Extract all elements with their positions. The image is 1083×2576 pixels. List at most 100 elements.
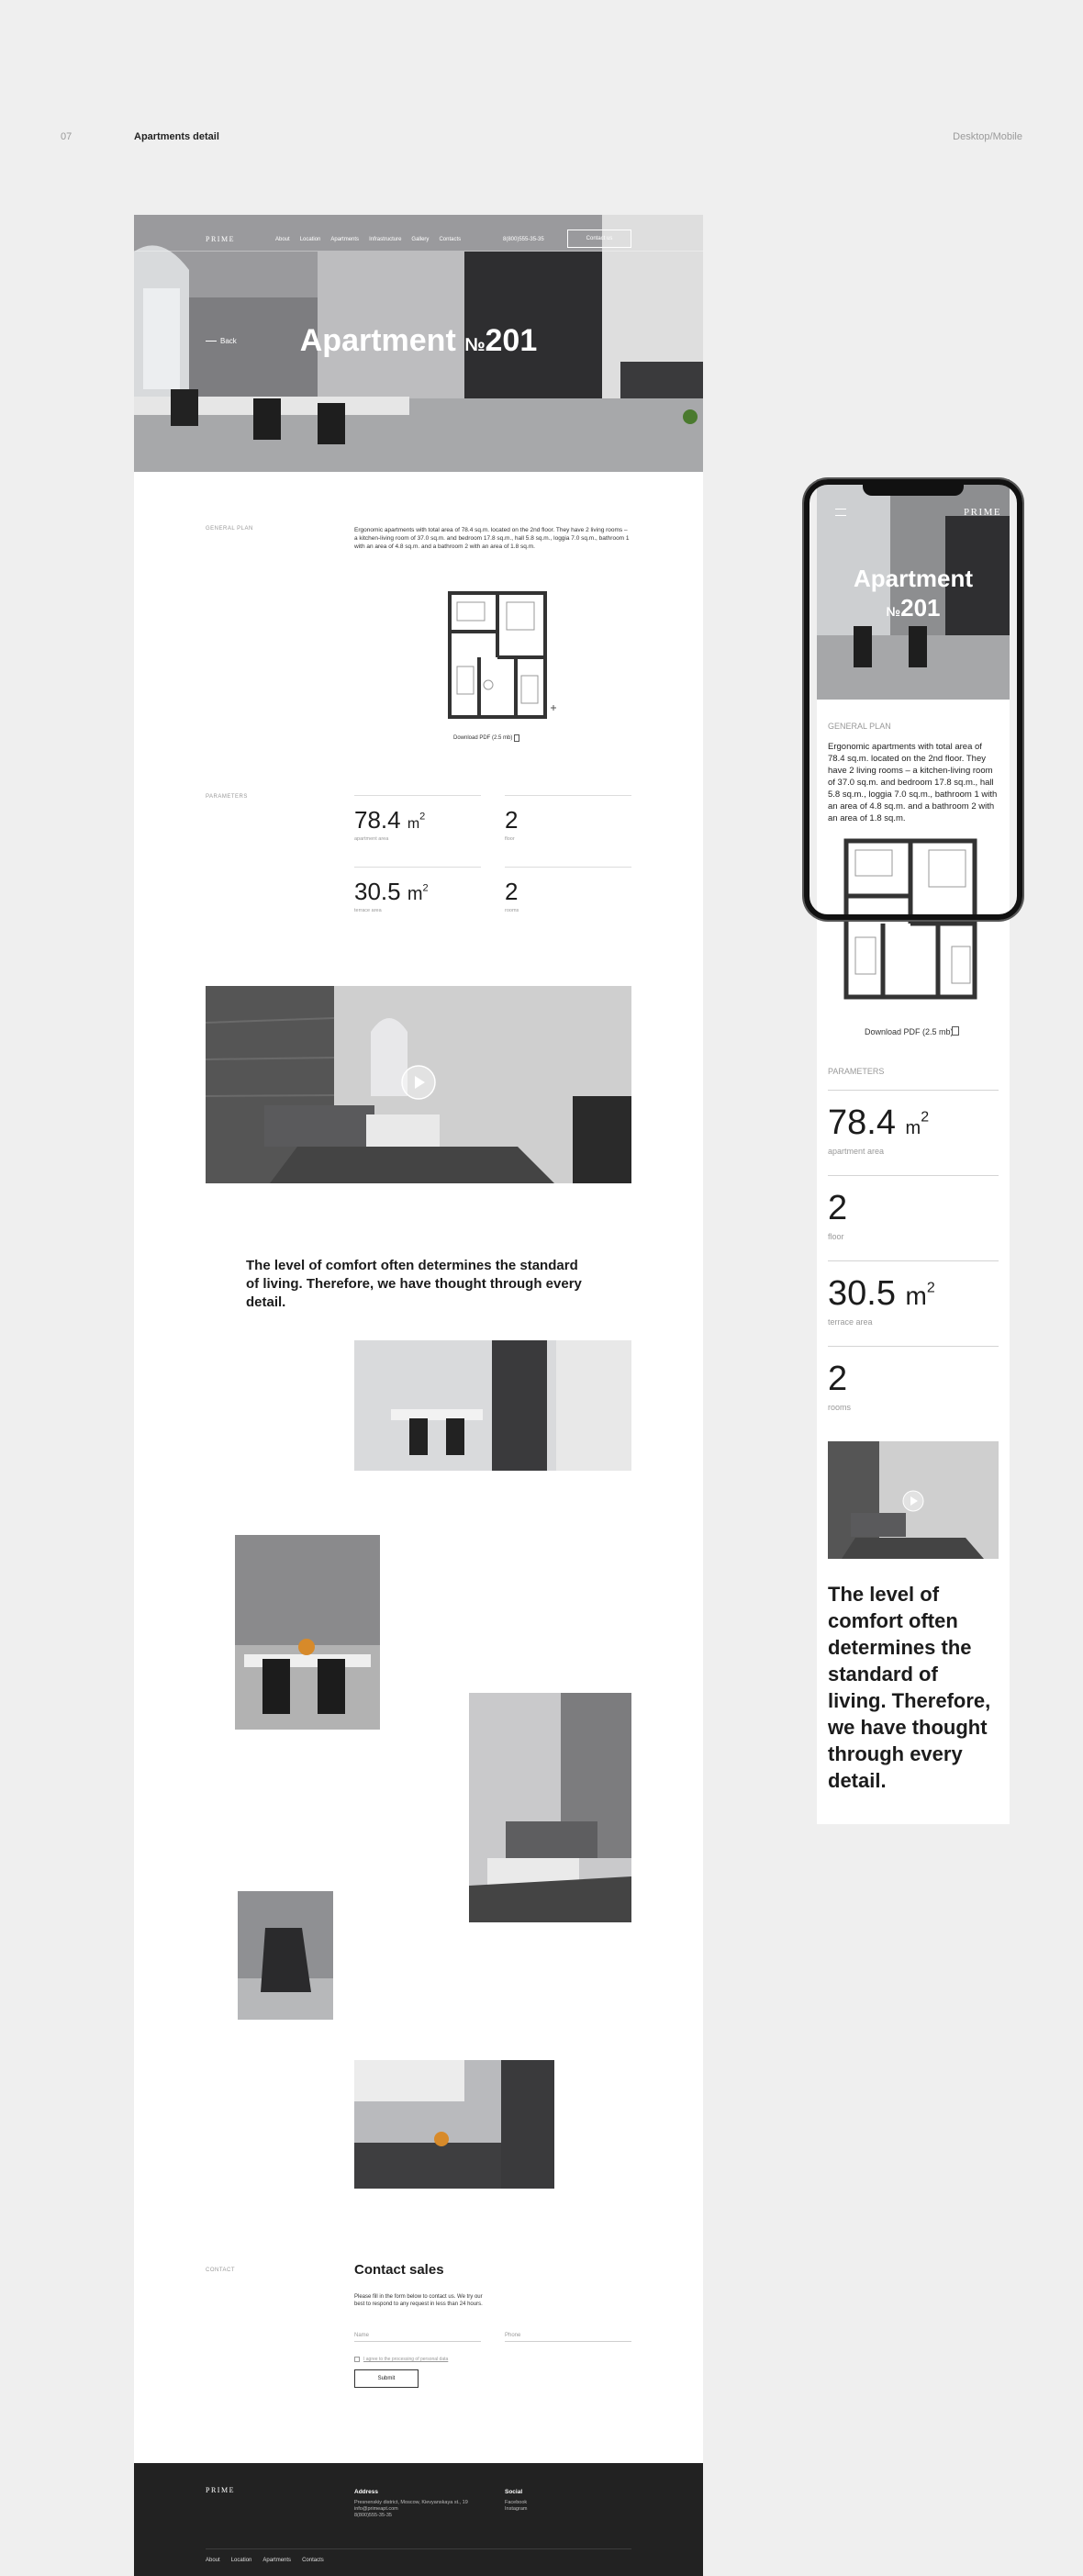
submit-button[interactable]: Submit xyxy=(354,2369,419,2388)
mobile-param-divider xyxy=(828,1346,999,1347)
footer-divider xyxy=(206,2548,631,2549)
nav-links: About Location Apartments Infrastructure… xyxy=(275,237,461,242)
nav-link-apartments[interactable]: Apartments xyxy=(330,237,359,242)
parameters-label: PARAMETERS xyxy=(206,794,248,800)
footer-social-title: Social xyxy=(505,2489,523,2495)
hero-number: 201 xyxy=(485,323,538,358)
param-sup: 2 xyxy=(419,811,426,823)
param-divider xyxy=(354,795,481,796)
page-title: Apartments detail xyxy=(134,131,219,142)
nav-link-infrastructure[interactable]: Infrastructure xyxy=(369,237,401,242)
param-caption: rooms xyxy=(505,908,519,913)
mobile-param-terrace: 30.5 m2 xyxy=(828,1274,935,1314)
floor-plan xyxy=(448,591,556,719)
quote-text: The level of comfort often determines th… xyxy=(246,1258,582,1310)
param-value: 78.4 xyxy=(354,806,401,834)
contact-title: Contact sales xyxy=(354,2262,444,2278)
mobile-param-value: 30.5 xyxy=(828,1274,896,1313)
mobile-param-unit: m xyxy=(905,1118,921,1138)
mobile-living-room-video[interactable] xyxy=(828,1441,999,1559)
gallery-photo-kitchen xyxy=(354,1340,631,1471)
nav-link-contacts[interactable]: Contacts xyxy=(439,237,461,242)
living-room-video[interactable] xyxy=(206,986,631,1183)
param-unit: m xyxy=(407,816,420,832)
mobile-params-label: PARAMETERS xyxy=(828,1067,885,1076)
gallery-photo-counter xyxy=(354,2060,554,2189)
param-caption: apartment area xyxy=(354,836,389,842)
footer: PRIME Address Presnenskiy district, Mosc… xyxy=(134,2463,703,2576)
page-mode: Desktop/Mobile xyxy=(953,131,1022,142)
footer-link-apartments[interactable]: Apartments xyxy=(262,2558,291,2563)
phone-frame xyxy=(804,479,1022,920)
footer-email[interactable]: info@primeapt.com xyxy=(354,2506,398,2513)
footer-address-title: Address xyxy=(354,2489,379,2495)
hero-title: Apartment №201 xyxy=(134,323,703,359)
consent-text[interactable]: I agree to the processing of personal da… xyxy=(363,2357,448,2362)
mobile-param-sup: 2 xyxy=(921,1109,930,1126)
footer-social-facebook[interactable]: Facebook xyxy=(505,2500,527,2506)
footer-nav: About Location Apartments Contacts xyxy=(206,2558,324,2563)
contact-label: CONTACT xyxy=(206,2268,236,2273)
nav-link-about[interactable]: About xyxy=(275,237,290,242)
footer-link-location[interactable]: Location xyxy=(231,2558,252,2563)
nav-link-location[interactable]: Location xyxy=(300,237,321,242)
contact-us-button[interactable]: Contact us xyxy=(567,230,631,248)
nav-link-gallery[interactable]: Gallery xyxy=(411,237,429,242)
mobile-param-unit: m xyxy=(905,1282,927,1310)
mobile-param-value: 78.4 xyxy=(828,1103,896,1142)
param-value-floor: 2 xyxy=(505,806,519,834)
param-divider xyxy=(354,867,481,868)
param-value-area: 78.4 m2 xyxy=(354,806,425,834)
general-plan-label: GENERAL PLAN xyxy=(206,526,253,532)
nav-phone[interactable]: 8(800)555-35-35 xyxy=(503,237,544,242)
param-value: 30.5 xyxy=(354,878,401,905)
hero-number-sign: № xyxy=(464,335,486,355)
param-caption: terrace area xyxy=(354,908,382,913)
param-unit: m xyxy=(407,884,423,904)
mobile-param-rooms: 2 xyxy=(828,1360,848,1398)
mobile-param-divider xyxy=(828,1090,999,1091)
phone-notch xyxy=(863,483,964,496)
mobile-param-caption: floor xyxy=(828,1232,844,1241)
mobile-param-caption: terrace area xyxy=(828,1317,873,1327)
mobile-param-floor: 2 xyxy=(828,1189,848,1227)
mobile-param-divider xyxy=(828,1260,999,1261)
download-pdf-link[interactable]: Download PDF (2.5 mb) xyxy=(453,734,518,742)
param-sup: 2 xyxy=(422,882,429,894)
phone-field-line xyxy=(505,2341,631,2342)
param-value-rooms: 2 xyxy=(505,878,519,905)
footer-logo[interactable]: PRIME xyxy=(206,2486,235,2494)
mobile-pdf-icon[interactable] xyxy=(952,1026,959,1036)
gallery-photo-dining xyxy=(235,1535,380,1730)
footer-address-line: Presnenskiy district, Moscow, Kievyanska… xyxy=(354,2500,468,2505)
footer-social-instagram[interactable]: Instagram xyxy=(505,2506,527,2513)
consent-checkbox[interactable] xyxy=(354,2357,360,2362)
mobile-param-caption: apartment area xyxy=(828,1147,885,1156)
param-divider xyxy=(505,795,631,796)
footer-link-about[interactable]: About xyxy=(206,2558,220,2563)
footer-phone[interactable]: 8(800)555-35-35 xyxy=(354,2513,392,2519)
footer-link-contacts[interactable]: Contacts xyxy=(302,2558,324,2563)
param-value-terrace: 30.5 m2 xyxy=(354,878,429,906)
mobile-param-caption: rooms xyxy=(828,1403,852,1412)
contact-text: Please fill in the form below to contact… xyxy=(354,2294,483,2307)
pdf-icon[interactable] xyxy=(514,734,519,742)
plan-description: Ergonomic apartments with total area of … xyxy=(354,527,630,550)
page-number: 07 xyxy=(61,131,73,142)
param-caption: floor xyxy=(505,836,515,842)
mobile-download-pdf-link[interactable]: Download PDF (2.5 mb) xyxy=(865,1027,954,1036)
mobile-param-divider xyxy=(828,1175,999,1176)
name-field[interactable]: Name xyxy=(354,2333,369,2338)
mobile-quote-text: The level of comfort often determines th… xyxy=(828,1583,991,1792)
gallery-photo-lounge xyxy=(469,1693,631,1922)
phone-field[interactable]: Phone xyxy=(505,2333,520,2338)
mobile-param-area: 78.4 m2 xyxy=(828,1103,929,1143)
gallery-photo-chair xyxy=(238,1891,333,2020)
desktop-mockup: PRIME About Location Apartments Infrastr… xyxy=(134,215,703,2576)
param-divider xyxy=(505,867,631,868)
name-field-line xyxy=(354,2341,481,2342)
logo[interactable]: PRIME xyxy=(206,235,235,243)
hero: PRIME About Location Apartments Infrastr… xyxy=(134,215,703,472)
mobile-param-sup: 2 xyxy=(926,1280,935,1296)
hero-title-text: Apartment xyxy=(299,323,465,358)
